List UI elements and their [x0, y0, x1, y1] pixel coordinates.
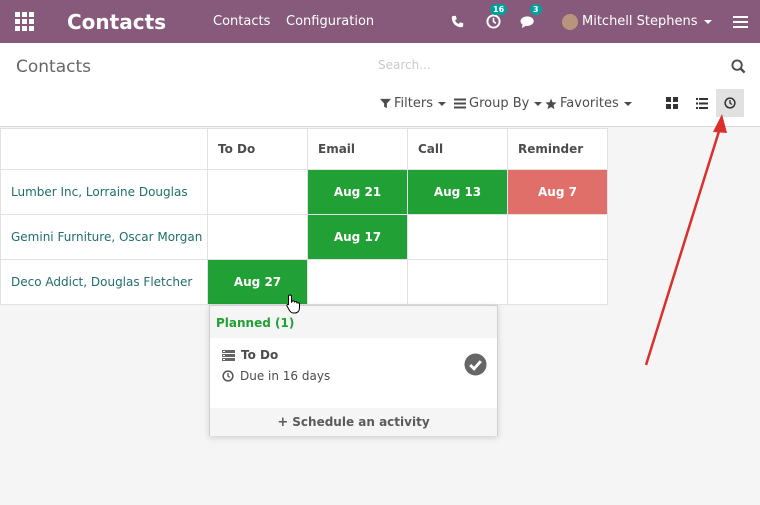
annotation-arrow — [644, 114, 727, 366]
